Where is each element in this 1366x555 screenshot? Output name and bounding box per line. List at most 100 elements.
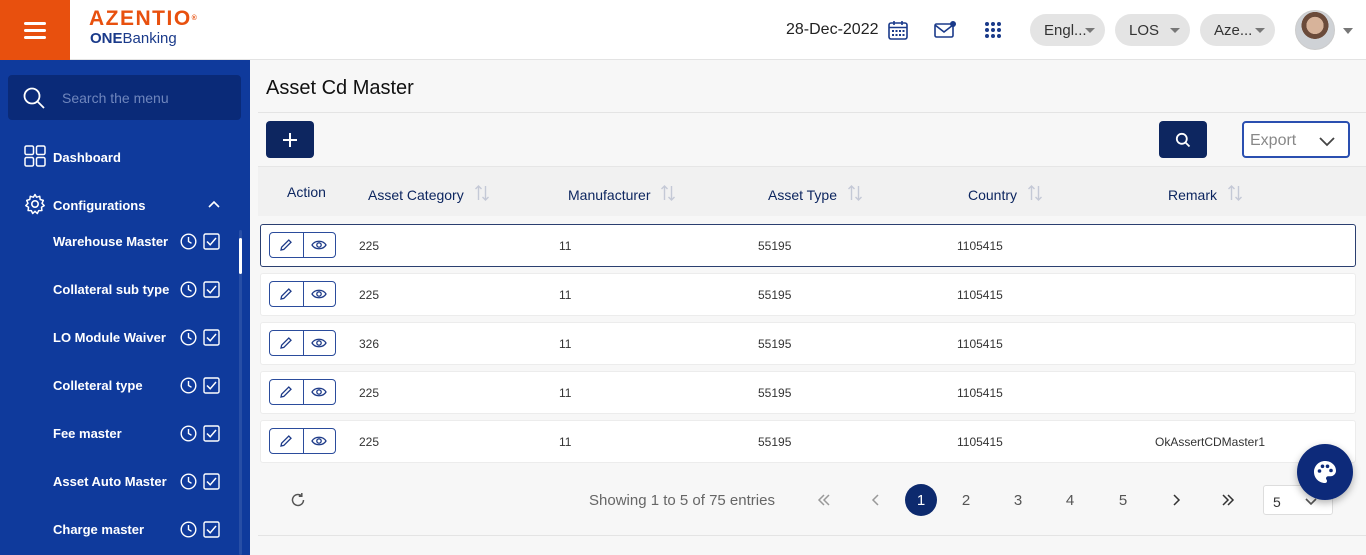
checkbox-icon[interactable]: [203, 233, 220, 255]
add-button[interactable]: [266, 121, 314, 158]
sidebar-item-label: Collateral sub type: [53, 282, 170, 297]
module-select[interactable]: LOS: [1115, 14, 1190, 46]
sidebar-scroll-thumb[interactable]: [239, 238, 242, 274]
cell-asset-category: 225: [359, 288, 380, 302]
cell-manufacturer: 11: [559, 288, 572, 302]
sidebar-item-label: Configurations: [53, 197, 146, 213]
page-button-2[interactable]: 2: [950, 484, 982, 516]
refresh-icon[interactable]: [290, 492, 306, 513]
clock-icon[interactable]: [180, 521, 197, 543]
cell-country: 1105415: [957, 386, 1003, 400]
menu-toggle-button[interactable]: [0, 0, 70, 60]
sidebar-item-charge-master[interactable]: Charge master: [0, 510, 236, 550]
caret-down-icon: [1255, 28, 1265, 33]
edit-icon[interactable]: [270, 233, 303, 257]
cell-manufacturer: 11: [559, 435, 572, 449]
table-row[interactable]: 225 11 55195 1105415: [260, 224, 1356, 267]
sidebar-item-dashboard[interactable]: Dashboard: [0, 144, 250, 170]
view-icon[interactable]: [302, 331, 336, 355]
sort-icon: [847, 184, 863, 205]
dashboard-icon: [24, 144, 46, 170]
view-icon[interactable]: [302, 233, 336, 257]
edit-icon[interactable]: [270, 380, 303, 404]
checkbox-icon[interactable]: [203, 473, 220, 495]
clock-icon[interactable]: [180, 473, 197, 495]
column-header-remark[interactable]: Remark: [1168, 184, 1243, 205]
sidebar-item-colleteral-type[interactable]: Colleteral type: [0, 366, 236, 406]
cell-remark: OkAssertCDMaster1: [1155, 435, 1266, 449]
language-select[interactable]: Engl...: [1030, 14, 1105, 46]
sidebar-item-lo-module-waiver[interactable]: LO Module Waiver: [0, 318, 236, 358]
clock-icon[interactable]: [180, 377, 197, 399]
last-page-button[interactable]: [1212, 484, 1244, 516]
column-header-asset-category[interactable]: Asset Category: [368, 184, 490, 205]
row-actions: [269, 330, 336, 356]
column-header-action: Action: [287, 184, 326, 200]
caret-down-icon: [1085, 28, 1095, 33]
theme-palette-button[interactable]: [1297, 444, 1353, 500]
clock-icon[interactable]: [180, 329, 197, 351]
cell-country: 1105415: [957, 288, 1003, 302]
pagination-summary: Showing 1 to 5 of 75 entries: [589, 492, 775, 509]
cell-asset-category: 225: [359, 435, 380, 449]
table-row[interactable]: 326 11 55195 1105415: [260, 322, 1356, 365]
page-button-4[interactable]: 4: [1054, 484, 1086, 516]
row-actions: [269, 232, 336, 258]
sidebar-item-label: Dashboard: [53, 149, 121, 165]
calendar-icon[interactable]: [886, 18, 910, 42]
edit-icon[interactable]: [270, 331, 303, 355]
sidebar-item-configurations[interactable]: Configurations: [0, 193, 250, 216]
menu-search-input[interactable]: [62, 75, 232, 120]
chevron-down-icon: [1318, 132, 1336, 155]
table-row[interactable]: 225 11 55195 1105415: [260, 273, 1356, 316]
edit-icon[interactable]: [270, 429, 303, 453]
table-row[interactable]: 225 11 55195 1105415 OkAssertCDMaster1: [260, 420, 1356, 463]
chevron-down-icon[interactable]: [1343, 28, 1353, 34]
sidebar-item-fee-master[interactable]: Fee master: [0, 414, 236, 454]
sidebar-item-warehouse-master[interactable]: Warehouse Master: [0, 222, 236, 262]
sidebar-item-label: Charge master: [53, 522, 145, 537]
row-actions: [269, 281, 336, 307]
checkbox-icon[interactable]: [203, 425, 220, 447]
mail-icon[interactable]: [933, 18, 957, 42]
row-actions: [269, 428, 336, 454]
checkbox-icon[interactable]: [203, 281, 220, 303]
column-header-asset-type[interactable]: Asset Type: [768, 184, 863, 205]
cell-asset-category: 225: [359, 239, 380, 253]
page-size-value: 5: [1273, 494, 1281, 510]
checkbox-icon[interactable]: [203, 329, 220, 351]
page-button-1[interactable]: 1: [905, 484, 937, 516]
cell-manufacturer: 11: [559, 386, 572, 400]
clock-icon[interactable]: [180, 233, 197, 255]
plus-icon: [283, 132, 297, 147]
clock-icon[interactable]: [180, 281, 197, 303]
export-label: Export: [1250, 132, 1297, 149]
checkbox-icon[interactable]: [203, 521, 220, 543]
edit-icon[interactable]: [270, 282, 303, 306]
column-header-manufacturer[interactable]: Manufacturer: [568, 184, 676, 205]
user-avatar[interactable]: [1295, 10, 1335, 50]
first-page-button[interactable]: [808, 484, 840, 516]
app-logo[interactable]: AZENTIO® ONEBanking: [89, 8, 197, 48]
sidebar-item-asset-auto-master[interactable]: Asset Auto Master: [0, 462, 236, 502]
page-button-5[interactable]: 5: [1107, 484, 1139, 516]
view-icon[interactable]: [302, 429, 336, 453]
cell-asset-type: 55195: [758, 239, 792, 253]
prev-page-button[interactable]: [860, 484, 892, 516]
apps-grid-icon[interactable]: [981, 18, 1005, 42]
sidebar-item-collateral-sub-type[interactable]: Collateral sub type: [0, 270, 236, 310]
export-select[interactable]: Export: [1242, 121, 1350, 158]
entity-select[interactable]: Aze...: [1200, 14, 1275, 46]
clock-icon[interactable]: [180, 425, 197, 447]
sort-icon: [474, 184, 490, 205]
row-actions: [269, 379, 336, 405]
view-icon[interactable]: [302, 380, 336, 404]
page-button-3[interactable]: 3: [1002, 484, 1034, 516]
sidebar-scrollbar[interactable]: [239, 230, 242, 555]
view-icon[interactable]: [302, 282, 336, 306]
column-header-country[interactable]: Country: [968, 184, 1043, 205]
table-row[interactable]: 225 11 55195 1105415: [260, 371, 1356, 414]
checkbox-icon[interactable]: [203, 377, 220, 399]
search-button[interactable]: [1159, 121, 1207, 158]
next-page-button[interactable]: [1160, 484, 1192, 516]
